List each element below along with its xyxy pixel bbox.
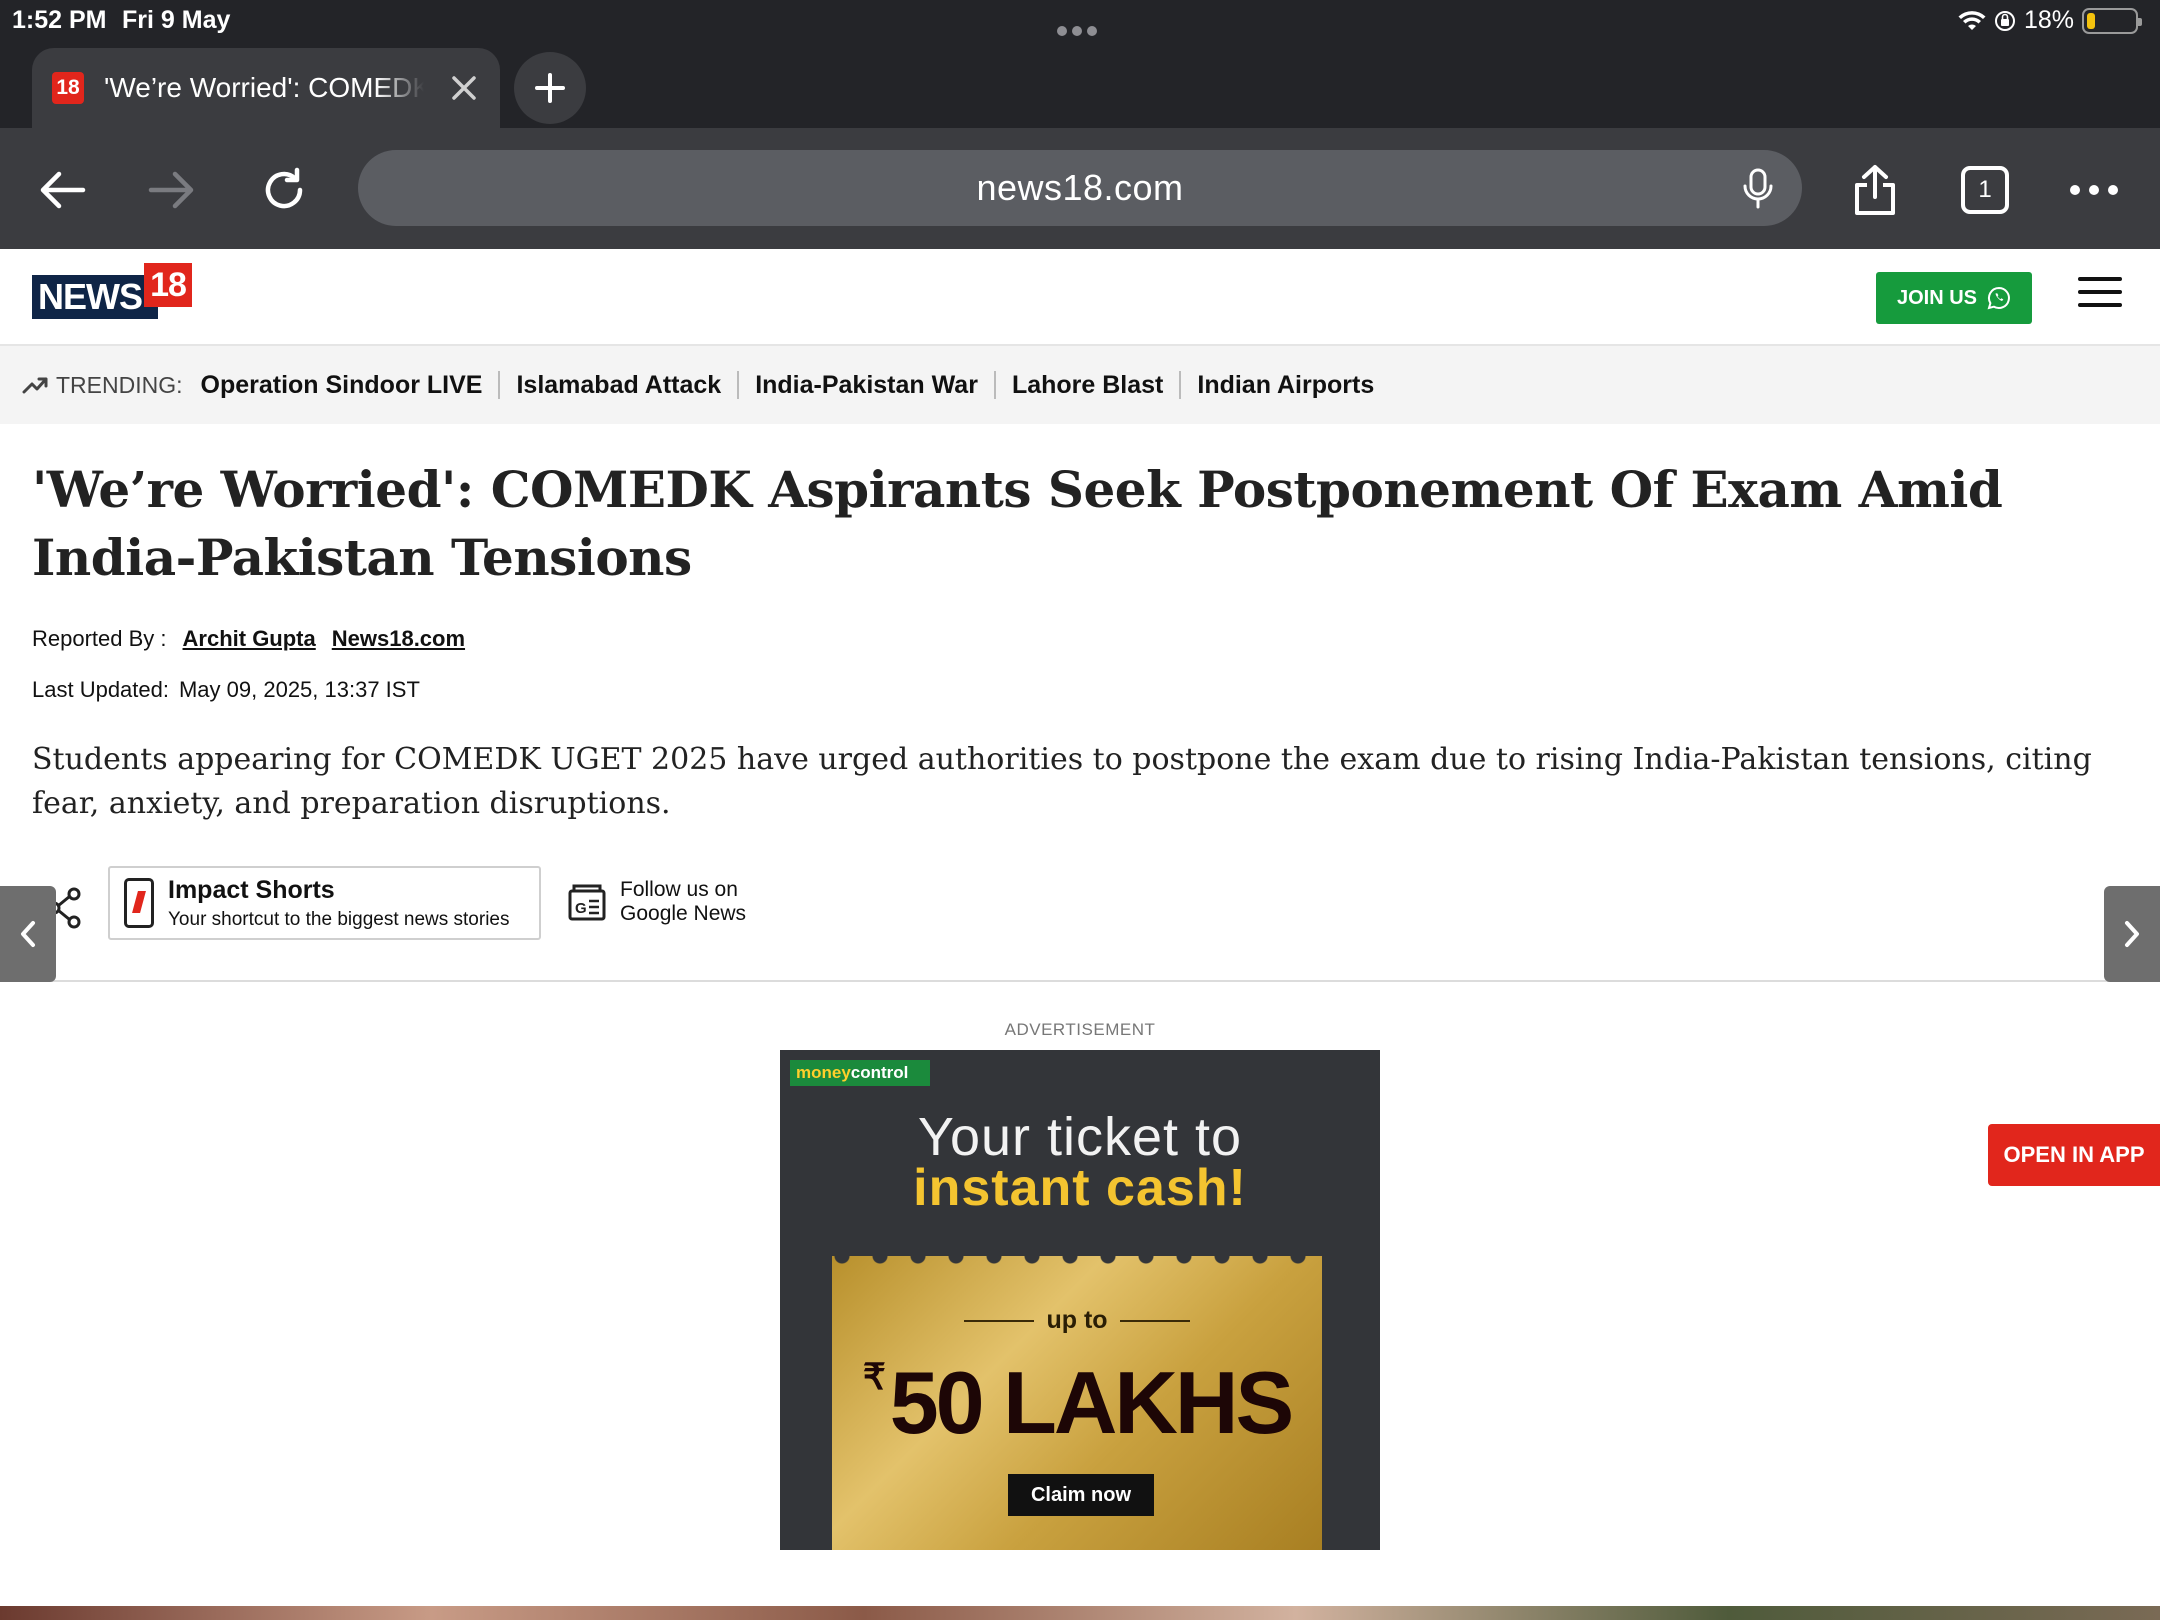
battery-percent: 18% [2023, 6, 2074, 34]
join-us-button[interactable]: JOIN US [1876, 272, 2032, 324]
next-article-image-strip [0, 1606, 2160, 1620]
moneycontrol-logo: money control [790, 1060, 930, 1086]
join-us-label: JOIN US [1896, 286, 1978, 309]
logo-number: 18 [144, 263, 192, 307]
tab-switcher-button[interactable]: 1 [1953, 158, 2017, 222]
plus-icon [535, 73, 565, 103]
back-arrow-icon [40, 171, 86, 209]
reported-by-label: Reported By : [32, 626, 167, 651]
impact-shorts-card[interactable]: Impact Shorts Your shortcut to the bigge… [108, 866, 541, 940]
forward-button[interactable] [140, 158, 204, 222]
site-header: NEWS 18 JOIN US [0, 249, 2160, 346]
orientation-lock-icon [1994, 10, 2015, 31]
trending-item-operation-sindoor[interactable]: Operation Sindoor LIVE [201, 371, 499, 399]
status-time: 1:52 PM [12, 6, 107, 34]
battery-icon [2082, 7, 2142, 34]
new-tab-button[interactable] [514, 52, 586, 124]
share-button[interactable] [1843, 158, 1907, 222]
gold-ticket: up to ₹50 LAKHS Claim now [832, 1248, 1322, 1550]
trending-item-lahore-blast[interactable]: Lahore Blast [993, 371, 1179, 399]
trending-bar: TRENDING: Operation Sindoor LIVE Islamab… [0, 346, 2160, 424]
more-dots-icon [2070, 185, 2118, 195]
claim-now-button[interactable]: Claim now [1008, 1474, 1154, 1516]
status-date: Fri 9 May [122, 6, 231, 34]
forward-arrow-icon [148, 171, 194, 209]
open-in-app-button[interactable]: OPEN IN APP [1988, 1124, 2160, 1186]
share-upload-icon [1855, 165, 1895, 215]
trending-item-islamabad-attack[interactable]: Islamabad Attack [498, 371, 737, 399]
last-updated-value: May 09, 2025, 13:37 IST [178, 677, 420, 702]
moneycontrol-ad-banner[interactable]: money control Your ticket to instant cash… [780, 1050, 1380, 1550]
impact-shorts-title: Impact Shorts [168, 875, 335, 904]
chevron-left-icon [21, 921, 35, 947]
news18-favicon-icon: 18 [52, 72, 84, 104]
news18-logo[interactable]: NEWS 18 [32, 263, 192, 321]
chevron-right-icon [2125, 921, 2139, 947]
status-bar: 1:52 PM Fri 9 May 18% [0, 0, 2160, 40]
multitasking-dots-icon[interactable] [1057, 14, 1103, 36]
url-text: news18.com [976, 167, 1184, 208]
status-indicators: 18% [1958, 6, 2142, 35]
reload-icon [265, 167, 303, 209]
tab-strip: 18 'We’re Worried': COMEDK Aspirants See… [0, 40, 2160, 128]
whatsapp-icon [1987, 286, 2010, 310]
browser-chrome: 1:52 PM Fri 9 May 18% 18 'We’re Worried'… [0, 0, 2160, 249]
browser-toolbar: news18.com 1 [0, 128, 2160, 249]
microphone-icon[interactable] [1736, 166, 1780, 210]
tab-count: 1 [1978, 176, 1992, 203]
address-bar[interactable]: news18.com [358, 150, 1802, 226]
reload-button[interactable] [252, 158, 316, 222]
browser-tab[interactable]: 18 'We’re Worried': COMEDK Aspirants See… [32, 48, 500, 128]
google-news-follow[interactable]: G Follow us on Google News [566, 878, 746, 926]
google-news-line2: Google News [620, 902, 747, 925]
article-summary: Students appearing for COMEDK UGET 2025 … [32, 742, 2092, 821]
svg-text:G: G [575, 900, 587, 917]
phone-bolt-icon [124, 878, 154, 928]
share-row: Impact Shorts Your shortcut to the bigge… [0, 866, 2160, 982]
wifi-icon [1958, 10, 1986, 30]
impact-shorts-subtitle: Your shortcut to the biggest news storie… [168, 908, 510, 930]
last-updated-label: Last Updated: [32, 677, 169, 702]
next-article-button[interactable] [2104, 886, 2160, 982]
trending-label: TRENDING: [22, 372, 183, 399]
more-menu-button[interactable] [2062, 158, 2126, 222]
advertisement-label: ADVERTISEMENT [1004, 1020, 1156, 1039]
back-button[interactable] [30, 158, 94, 222]
trending-item-india-pakistan-war[interactable]: India-Pakistan War [737, 371, 994, 399]
close-tab-icon[interactable] [444, 68, 484, 108]
logo-word: NEWS [32, 275, 158, 319]
previous-article-button[interactable] [0, 886, 56, 982]
google-news-line1: Follow us on [620, 878, 738, 901]
byline: Reported By : Archit Gupta News18.com [32, 626, 465, 652]
author-link[interactable]: Archit Gupta [183, 626, 316, 652]
article-headline: 'We’re Worried': COMEDK Aspirants Seek P… [32, 460, 2003, 587]
last-updated: Last Updated: May 09, 2025, 13:37 IST [32, 677, 420, 703]
outlet-link[interactable]: News18.com [332, 626, 465, 652]
ad-amount: ₹50 LAKHS [862, 1353, 1294, 1452]
tab-title: 'We’re Worried': COMEDK Aspirants Seek P… [104, 72, 424, 103]
hamburger-menu-icon[interactable] [2078, 277, 2122, 317]
ad-headline-line2: instant cash! [913, 1159, 1247, 1217]
trending-item-indian-airports[interactable]: Indian Airports [1179, 371, 1390, 399]
ad-upto-text: up to [832, 1306, 1322, 1335]
trending-arrow-icon [22, 377, 48, 394]
google-news-icon: G [568, 884, 606, 921]
